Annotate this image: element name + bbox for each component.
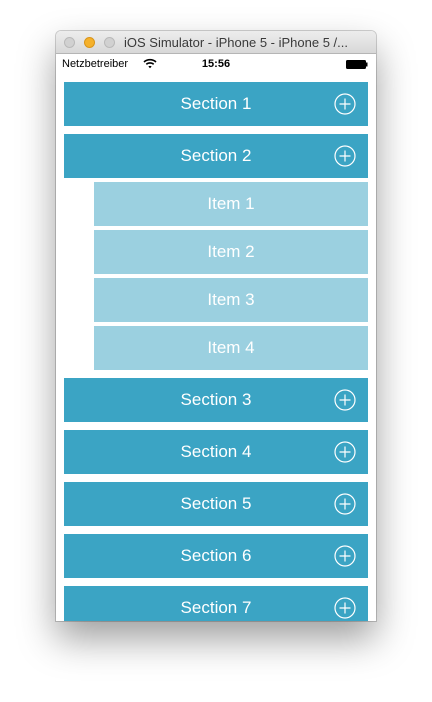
section-label: Section 1 (180, 94, 252, 113)
status-bar: Netzbetreiber 15:56 (56, 54, 376, 74)
item-row-3[interactable]: Item 3 (94, 278, 368, 322)
plus-circle-icon[interactable] (334, 441, 356, 463)
minimize-window-button[interactable] (84, 37, 95, 48)
plus-circle-icon[interactable] (334, 93, 356, 115)
section-row-7[interactable]: Section 7 (64, 586, 368, 621)
section-row-2[interactable]: Section 2 (64, 134, 368, 178)
device-screen: Netzbetreiber 15:56 Section 1 Section 2 … (56, 54, 376, 621)
plus-circle-icon[interactable] (334, 545, 356, 567)
section-label: Section 4 (180, 442, 252, 461)
section-row-1[interactable]: Section 1 (64, 82, 368, 126)
section-row-4[interactable]: Section 4 (64, 430, 368, 474)
close-window-button[interactable] (64, 37, 75, 48)
plus-circle-icon[interactable] (334, 145, 356, 167)
plus-circle-icon[interactable] (334, 597, 356, 619)
section-row-6[interactable]: Section 6 (64, 534, 368, 578)
zoom-window-button[interactable] (104, 37, 115, 48)
item-label: Item 3 (207, 290, 255, 309)
item-label: Item 1 (207, 194, 255, 213)
battery-icon (346, 60, 368, 69)
item-label: Item 4 (207, 338, 255, 357)
section-row-5[interactable]: Section 5 (64, 482, 368, 526)
window-title: iOS Simulator - iPhone 5 - iPhone 5 /... (124, 35, 348, 50)
section-label: Section 2 (180, 146, 252, 165)
section-label: Section 6 (180, 546, 252, 565)
desktop: iOS Simulator - iPhone 5 - iPhone 5 /...… (0, 0, 432, 702)
item-label: Item 2 (207, 242, 255, 261)
section-label: Section 5 (180, 494, 252, 513)
plus-circle-icon[interactable] (334, 493, 356, 515)
item-row-2[interactable]: Item 2 (94, 230, 368, 274)
item-row-1[interactable]: Item 1 (94, 182, 368, 226)
plus-circle-icon[interactable] (334, 389, 356, 411)
simulator-window: iOS Simulator - iPhone 5 - iPhone 5 /...… (56, 31, 376, 621)
section-label: Section 3 (180, 390, 252, 409)
status-time: 15:56 (201, 58, 231, 70)
item-row-4[interactable]: Item 4 (94, 326, 368, 370)
window-titlebar[interactable]: iOS Simulator - iPhone 5 - iPhone 5 /... (56, 31, 376, 54)
section-row-3[interactable]: Section 3 (64, 378, 368, 422)
section-label: Section 7 (180, 598, 252, 617)
